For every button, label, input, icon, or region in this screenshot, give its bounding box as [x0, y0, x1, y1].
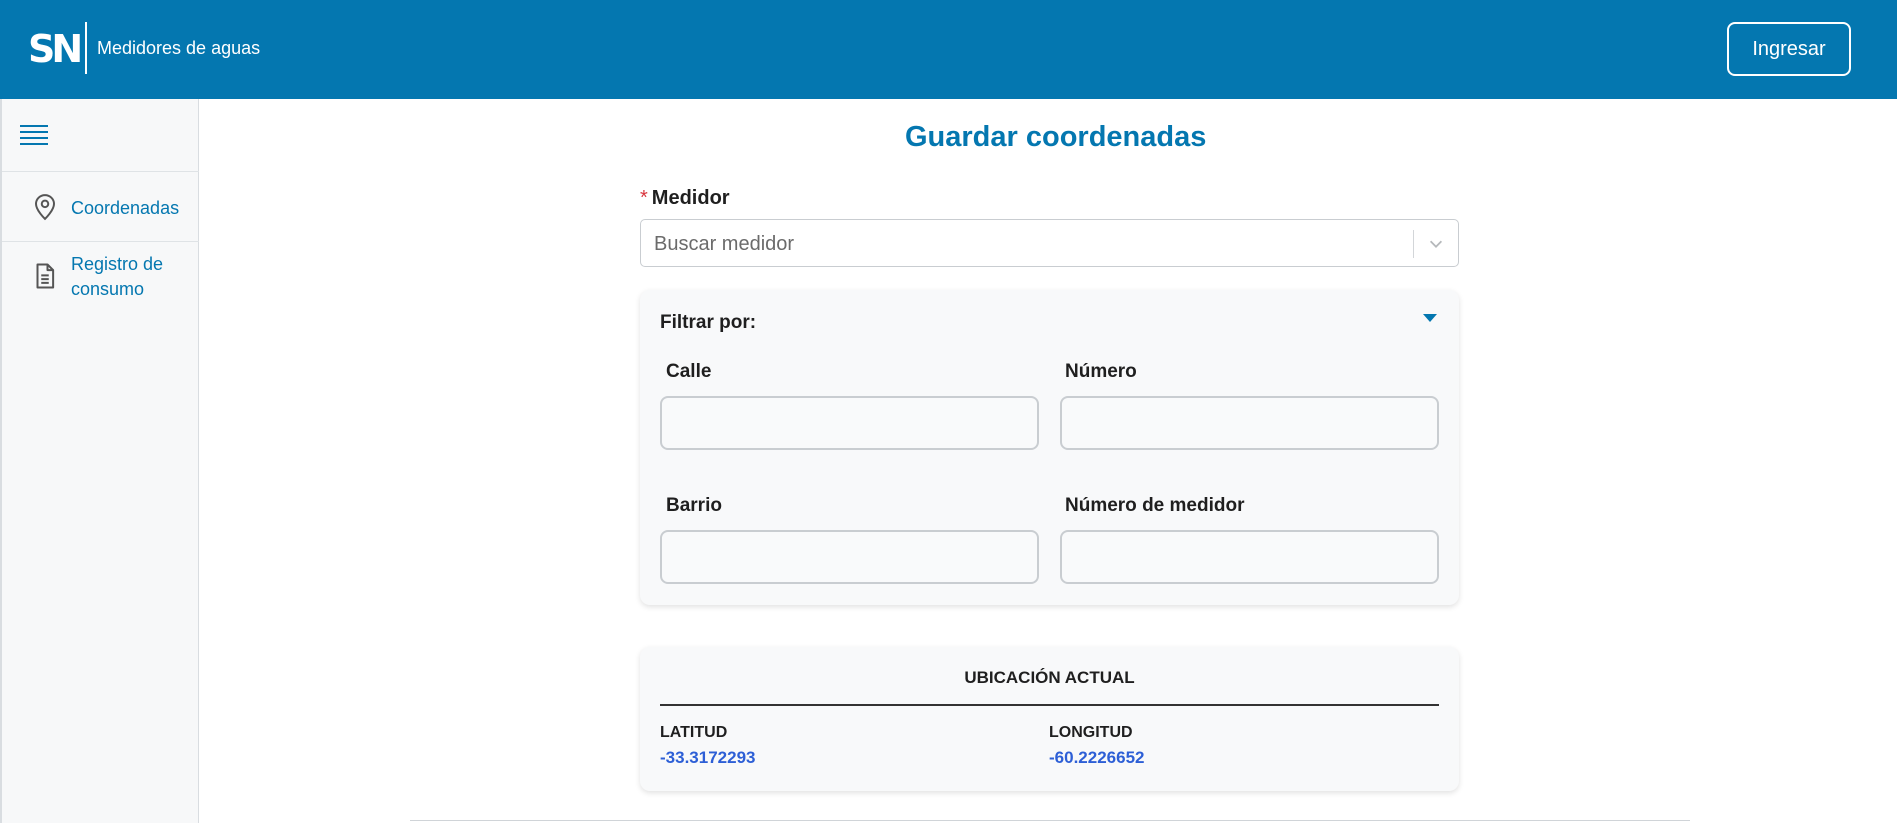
numero-input[interactable]	[1060, 396, 1439, 450]
calle-label: Calle	[666, 361, 712, 382]
location-card: UBICACIÓN ACTUAL LATITUD -33.3172293 LON…	[640, 647, 1459, 791]
latitude-label: LATITUD	[660, 724, 728, 741]
hamburger-menu-icon[interactable]	[20, 125, 50, 147]
medidor-label-text: Medidor	[651, 187, 730, 209]
logo: SN	[28, 27, 83, 71]
longitude-label: LONGITUD	[1049, 724, 1133, 741]
barrio-input[interactable]	[660, 530, 1039, 584]
numero-medidor-input[interactable]	[1060, 530, 1439, 584]
numero-label: Número	[1065, 361, 1137, 382]
sidebar-divider	[2, 171, 199, 172]
latitude-value: -33.3172293	[660, 748, 756, 767]
sidebar-item-registro-de-consumo[interactable]: Registro de consumo	[2, 252, 199, 312]
barrio-label: Barrio	[666, 495, 722, 516]
medidor-label: * Medidor	[640, 187, 730, 210]
login-button[interactable]: Ingresar	[1727, 22, 1851, 76]
caret-down-icon[interactable]	[1422, 312, 1438, 324]
longitude-value: -60.2226652	[1049, 748, 1145, 767]
location-title: UBICACIÓN ACTUAL	[964, 668, 1135, 687]
filter-card: Filtrar por: Calle Número Barrio Número …	[640, 290, 1459, 605]
sidebar-item-coordenadas[interactable]: Coordenadas	[2, 187, 199, 229]
document-icon	[36, 263, 55, 289]
medidor-search-placeholder: Buscar medidor	[654, 233, 795, 255]
location-pin-icon	[34, 194, 56, 221]
select-separator	[1413, 230, 1414, 258]
bottom-divider	[410, 820, 1690, 821]
calle-input[interactable]	[660, 396, 1039, 450]
medidor-search-select[interactable]: Buscar medidor	[640, 219, 1459, 267]
numero-medidor-label: Número de medidor	[1065, 495, 1245, 516]
sidebar: Coordenadas Registro de consumo	[0, 99, 199, 823]
sidebar-item-label: Registro de consumo	[71, 254, 164, 299]
sidebar-divider	[2, 241, 199, 242]
chevron-down-icon[interactable]	[1427, 235, 1445, 253]
location-divider	[660, 704, 1439, 706]
app-title: Medidores de aguas	[97, 38, 261, 58]
top-bar: SN Medidores de aguas Ingresar	[0, 0, 1897, 99]
sidebar-item-label: Coordenadas	[71, 198, 180, 218]
logo-divider	[85, 22, 87, 74]
required-mark: *	[640, 187, 648, 209]
filter-title: Filtrar por:	[660, 312, 757, 333]
page-title: Guardar coordenadas	[905, 121, 1207, 153]
